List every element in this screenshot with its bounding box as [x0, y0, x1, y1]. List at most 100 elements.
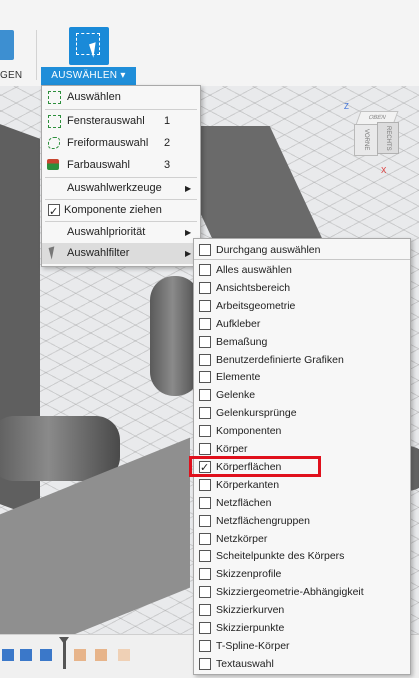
menu-item-label: Fensterauswahl — [67, 115, 145, 127]
filter-checkbox[interactable] — [199, 639, 211, 652]
menu-item-paint-select[interactable]: Farbauswahl 3 — [42, 155, 200, 176]
filter-checkbox[interactable] — [199, 532, 211, 545]
filter-checkbox[interactable] — [199, 389, 211, 402]
filter-checkbox[interactable] — [199, 604, 211, 617]
select-menu: Auswählen Fensterauswahl 1 Freiformauswa… — [41, 85, 201, 267]
filter-item[interactable]: Skizzierpunkte — [194, 619, 410, 637]
menu-item-label: Freiformauswahl — [67, 137, 149, 149]
filter-item[interactable]: Ansichtsbereich — [194, 279, 410, 297]
menu-item-selection-filter[interactable]: Auswahlfilter ▶ — [42, 243, 200, 264]
filter-item[interactable]: T-Spline-Körper — [194, 637, 410, 655]
filter-checkbox[interactable] — [199, 407, 211, 420]
select-button-label: AUSWÄHLEN — [51, 70, 118, 81]
menu-item-label: Farbauswahl — [67, 159, 130, 171]
filter-checkbox[interactable] — [199, 317, 211, 330]
filter-item-label: Komponenten — [216, 425, 282, 438]
filter-checkbox[interactable] — [199, 586, 211, 599]
viewcube-front[interactable]: VORNE — [354, 124, 378, 156]
drag-component-checkbox[interactable] — [48, 202, 60, 223]
filter-item[interactable]: Bemaßung — [194, 333, 410, 351]
filter-item-label: Skizziergeometrie-Abhängigkeit — [216, 586, 364, 599]
annotation-highlight-box — [189, 456, 321, 477]
filter-checkbox[interactable] — [199, 353, 211, 366]
timeline-feature-icon[interactable] — [40, 649, 52, 661]
filter-item[interactable]: Textauswahl — [194, 655, 410, 673]
filter-item[interactable]: Netzflächengruppen — [194, 512, 410, 530]
filter-checkbox[interactable] — [199, 371, 211, 384]
model-cylinder[interactable] — [0, 416, 120, 481]
menu-item-window-select[interactable]: Fensterauswahl 1 — [42, 111, 200, 132]
filter-item[interactable]: Komponenten — [194, 422, 410, 440]
menu-item-select[interactable]: Auswählen — [42, 87, 200, 108]
filter-checkbox[interactable] — [199, 335, 211, 348]
menu-item-shortcut: 1 — [164, 115, 171, 127]
menu-item-selection-tools[interactable]: Auswahlwerkzeuge ▶ — [42, 178, 200, 199]
create-tool-label[interactable]: GEN — [0, 70, 22, 81]
timeline-feature-icon[interactable] — [20, 649, 32, 661]
filter-item[interactable]: Netzflächen — [194, 494, 410, 512]
timeline-feature-icon[interactable] — [74, 649, 86, 661]
timeline-feature-icon[interactable] — [118, 649, 130, 661]
filter-item-label: Benutzerdefinierte Grafiken — [216, 353, 344, 366]
filter-checkbox[interactable] — [199, 478, 211, 491]
menu-item-freeform-select[interactable]: Freiformauswahl 2 — [42, 133, 200, 154]
filter-item[interactable]: Durchgang auswählen — [194, 241, 410, 260]
toolbar-divider — [36, 30, 37, 80]
viewcube-right[interactable]: RECHTS — [377, 122, 399, 154]
filter-checkbox[interactable] — [199, 496, 211, 509]
filter-item[interactable]: Alles auswählen — [194, 261, 410, 279]
filter-item-label: Gelenkursprünge — [216, 407, 297, 420]
select-icon — [48, 91, 61, 104]
menu-item-drag-component[interactable]: Komponente ziehen — [42, 200, 200, 223]
filter-item[interactable]: Netzkörper — [194, 530, 410, 548]
timeline-feature-icon[interactable] — [2, 649, 14, 661]
filter-item[interactable]: Gelenkursprünge — [194, 404, 410, 422]
menu-item-label: Auswählen — [67, 91, 121, 103]
filter-checkbox[interactable] — [199, 264, 211, 276]
menu-item-label: Auswahlpriorität — [67, 226, 146, 238]
filter-item-label: T-Spline-Körper — [216, 639, 290, 652]
filter-item-label: Aufkleber — [216, 317, 261, 330]
menu-item-selection-priority[interactable]: Auswahlpriorität ▶ — [42, 222, 200, 243]
filter-item[interactable]: Aufkleber — [194, 315, 410, 333]
timeline-feature-icon[interactable] — [95, 649, 107, 661]
filter-checkbox[interactable] — [199, 443, 211, 455]
filter-item[interactable]: Skizzierkurven — [194, 601, 410, 619]
filter-checkbox[interactable] — [199, 514, 211, 527]
filter-checkbox[interactable] — [199, 425, 211, 438]
filter-checkbox[interactable] — [199, 550, 211, 563]
filter-item[interactable]: Skizziergeometrie-Abhängigkeit — [194, 583, 410, 601]
paint-select-icon — [47, 159, 59, 170]
filter-item[interactable]: Gelenke — [194, 386, 410, 404]
filter-checkbox[interactable] — [199, 568, 211, 581]
menu-item-label: Auswahlwerkzeuge — [67, 182, 162, 194]
filter-item[interactable]: Skizzenprofile — [194, 565, 410, 583]
filter-item-label: Skizzierpunkte — [216, 622, 285, 634]
filter-checkbox[interactable] — [199, 281, 211, 294]
filter-item[interactable]: Benutzerdefinierte Grafiken — [194, 351, 410, 369]
filter-item[interactable]: Körperkanten — [194, 476, 410, 494]
select-dropdown-button[interactable]: AUSWÄHLEN ▾ — [41, 67, 136, 85]
filter-item[interactable]: Arbeitsgeometrie — [194, 297, 410, 315]
filter-item-label: Durchgang auswählen — [216, 244, 321, 256]
filter-item-label: Netzflächengruppen — [216, 514, 310, 527]
select-icon[interactable] — [69, 27, 109, 65]
filter-checkbox[interactable] — [199, 299, 211, 312]
filter-item-label: Textauswahl — [216, 657, 274, 670]
create-tool-icon[interactable] — [0, 30, 14, 60]
submenu-arrow-icon: ▶ — [185, 249, 192, 258]
cursor-icon — [48, 246, 58, 260]
axis-x-label: X — [381, 166, 387, 175]
timeline-marker[interactable] — [59, 637, 69, 669]
filter-item-label: Gelenke — [216, 389, 256, 402]
filter-item-label: Skizzenprofile — [216, 568, 282, 581]
filter-checkbox[interactable] — [199, 244, 211, 256]
filter-item-label: Netzkörper — [216, 532, 268, 545]
filter-item[interactable]: Elemente — [194, 368, 410, 386]
filter-checkbox[interactable] — [199, 622, 211, 634]
viewcube[interactable]: OBEN VORNE RECHTS — [350, 108, 400, 160]
filter-checkbox[interactable] — [199, 657, 211, 670]
filter-item[interactable]: Scheitelpunkte des Körpers — [194, 547, 410, 565]
filter-item-label: Körperkanten — [216, 478, 280, 491]
freeform-select-icon — [48, 137, 60, 149]
